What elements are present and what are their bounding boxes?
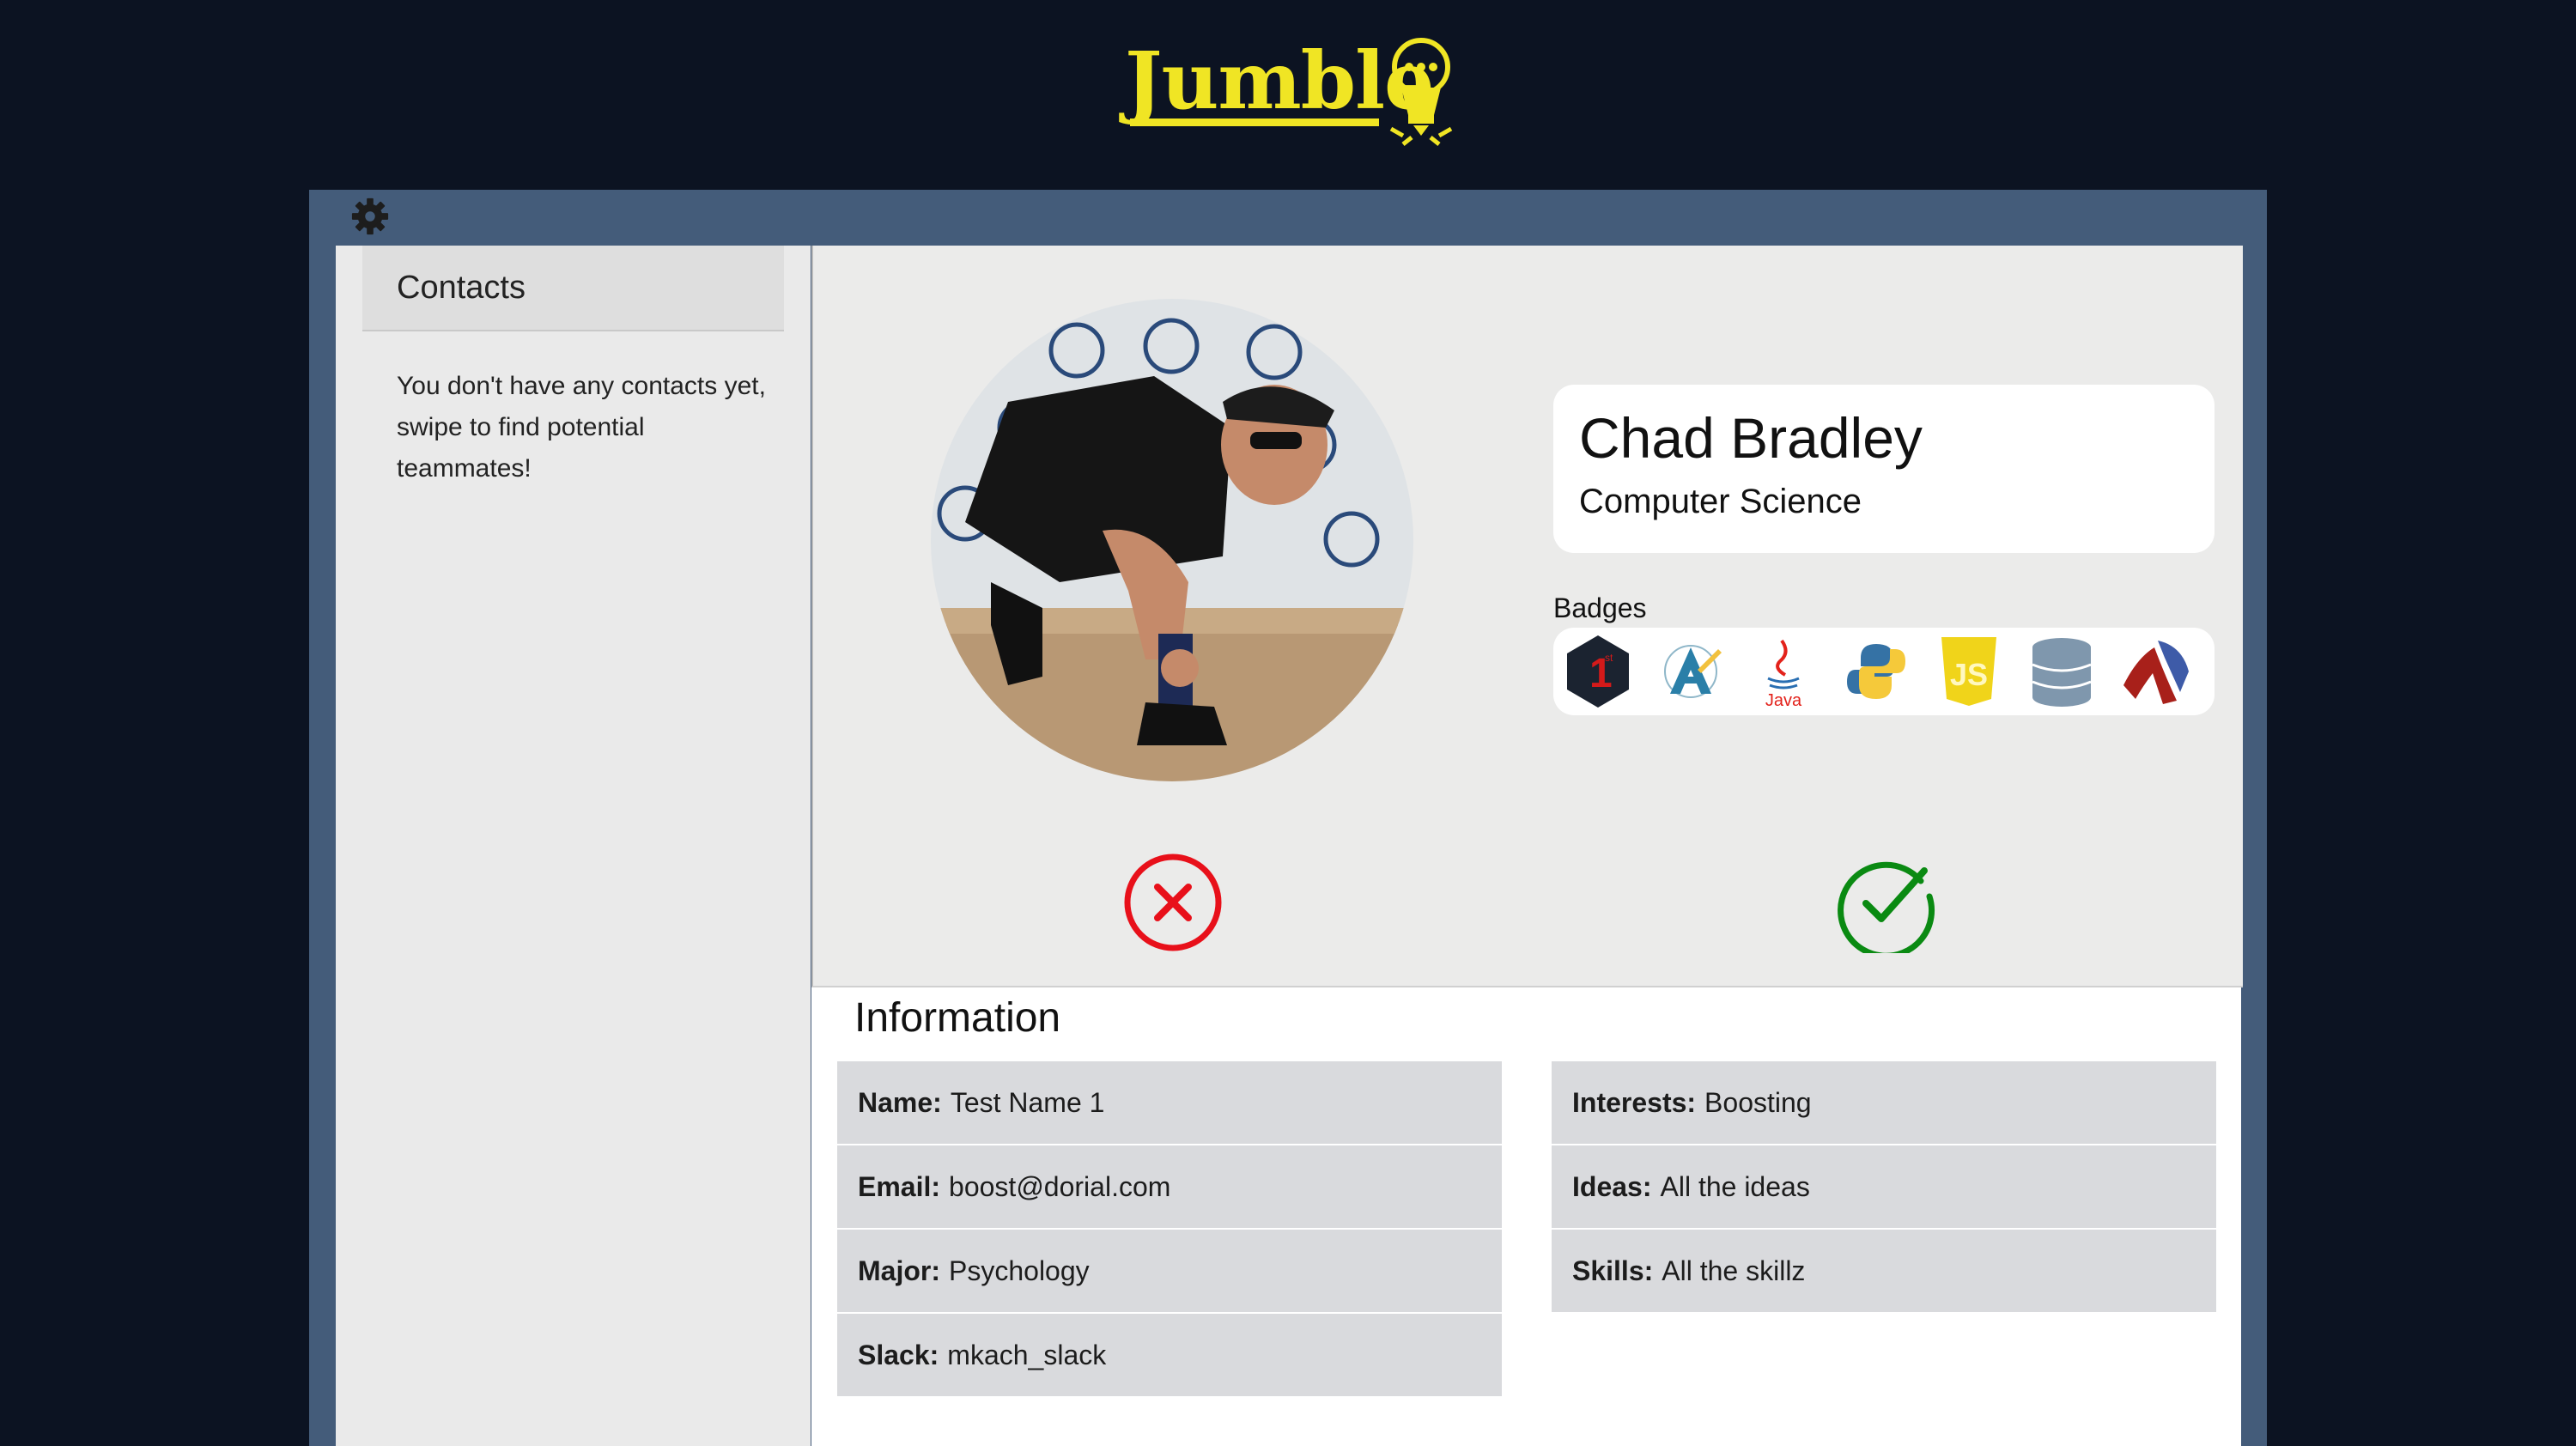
information-right-column: Interests: Boosting Ideas: All the ideas S… [1552,1061,2216,1314]
jumble-logo[interactable]: Jumble [1125,33,1453,153]
badges-label: Badges [1553,592,1647,623]
information-title: Information [854,995,1061,1041]
java-badge-icon: Java [1765,639,1802,710]
svg-text:st: st [1605,652,1613,664]
badges-row: 1 st Java JS [1553,628,2215,715]
info-row-slack: Slack: mkach_slack [837,1314,1502,1396]
avatar [931,299,1413,781]
python-badge-icon [1847,644,1905,699]
info-value: mkach_slack [947,1339,1107,1370]
info-value: Boosting [1704,1086,1812,1118]
logo-underline [1130,118,1379,126]
info-label: Interests: [1572,1086,1697,1118]
profile-name: Chad Bradley [1579,406,1923,470]
info-row-major: Major: Psychology [837,1230,1502,1312]
name-card: Chad Bradley Computer Science [1553,385,2215,553]
info-row-interests: Interests: Boosting [1552,1061,2216,1144]
info-row-name: Name: Test Name 1 [837,1061,1502,1144]
android-studio-badge-icon [1664,645,1722,698]
contacts-header: Contacts [362,246,784,331]
info-label: Slack: [858,1339,939,1370]
info-row-ideas: Ideas: All the ideas [1552,1145,2216,1228]
info-value: All the skillz [1662,1255,1806,1286]
database-badge-icon [2032,638,2092,707]
contacts-empty-message: You don't have any contacts yet, swipe t… [397,372,766,483]
first-place-badge-icon: 1 st [1567,635,1629,708]
info-label: Email: [858,1170,941,1202]
javascript-badge-icon: JS [1941,637,1996,706]
contacts-title: Contacts [397,269,526,306]
info-row-email: Email: boost@dorial.com [837,1145,1502,1228]
js-badge-label: JS [1950,657,1988,692]
info-label: Major: [858,1255,940,1286]
gear-icon[interactable] [350,197,390,236]
info-value: Test Name 1 [950,1086,1105,1118]
info-label: Ideas: [1572,1170,1652,1202]
accept-button[interactable] [1835,852,1936,953]
info-row-skills: Skills: All the skillz [1552,1230,2216,1312]
info-label: Skills: [1572,1255,1654,1286]
info-label: Name: [858,1086,942,1118]
java-badge-label: Java [1765,691,1802,710]
main-frame: Contacts You don't have any contacts yet… [309,190,2267,1446]
profile-major: Computer Science [1579,483,1862,520]
racket-badge-icon [2120,637,2189,706]
info-value: All the ideas [1660,1170,1810,1202]
info-value: Psychology [949,1255,1090,1286]
lightbulb-icon [1389,38,1453,146]
information-left-column: Name: Test Name 1 Email: boost@dorial.com … [837,1061,1502,1398]
profile-panel: Chad Bradley Computer Science Badges 1 s… [811,246,2243,1446]
app-root: Jumble Contacts You don't have any conta… [0,0,2576,1446]
info-value: boost@dorial.com [949,1170,1171,1202]
contacts-sidebar: Contacts You don't have any contacts yet… [336,246,811,1446]
profile-card: Chad Bradley Computer Science Badges 1 s… [811,246,2243,987]
reject-button[interactable] [1122,852,1224,953]
profile-photo [931,299,1413,781]
